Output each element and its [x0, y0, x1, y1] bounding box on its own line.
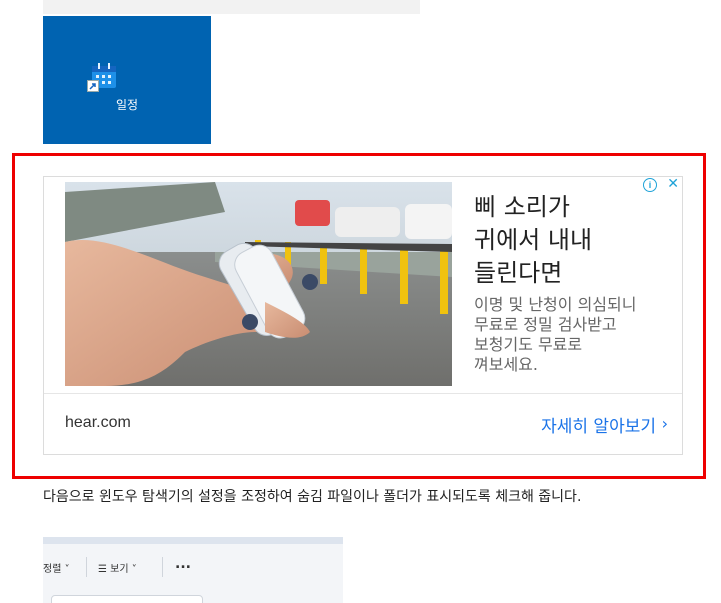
desktop-screenshot: 일정	[43, 16, 211, 144]
top-strip	[43, 0, 420, 14]
info-icon[interactable]: i	[643, 178, 657, 192]
article-paragraph: 다음으로 윈도우 탐색기의 설정을 조정하여 숨김 파일이나 폴더가 표시되도록…	[43, 489, 582, 505]
learn-more-link[interactable]: 자세히 알아보기	[541, 412, 656, 437]
explorer-title-strip	[43, 537, 343, 544]
explorer-screenshot: 정렬 ˅ ☰ 보기 ˅ ...	[43, 537, 343, 603]
toolbar-separator	[86, 557, 87, 577]
more-options-button[interactable]: ...	[175, 556, 191, 572]
view-label: 보기	[110, 564, 129, 575]
close-icon[interactable]: ✕	[667, 175, 679, 192]
chevron-right-icon[interactable]: ›	[662, 414, 668, 433]
sort-label: 정렬	[43, 564, 62, 575]
view-icon: ☰	[98, 564, 107, 575]
shortcut-label: 일정	[115, 98, 139, 112]
sort-button[interactable]: 정렬 ˅	[43, 560, 70, 575]
toolbar-separator	[162, 557, 163, 577]
ad-description[interactable]: 이명 및 난청이 의심되니 무료로 정밀 검사받고 보청기도 무료로 껴보세요.	[474, 295, 674, 375]
view-button[interactable]: ☰ 보기 ˅	[98, 560, 137, 575]
dropdown-menu	[51, 595, 203, 603]
chevron-down-icon: ˅	[64, 564, 70, 575]
shortcut-arrow-icon	[87, 80, 99, 92]
ad-card[interactable]: i ✕ 삐 소리가 귀에서 내내 들린다면 이명 및 난청이 의심되니 무료로 …	[43, 175, 683, 455]
ad-divider	[44, 393, 682, 394]
ad-image[interactable]	[65, 182, 452, 386]
chevron-down-icon: ˅	[131, 564, 137, 575]
ad-headline[interactable]: 삐 소리가 귀에서 내내 들린다면	[474, 191, 674, 290]
ad-domain[interactable]: hear.com	[65, 414, 131, 432]
